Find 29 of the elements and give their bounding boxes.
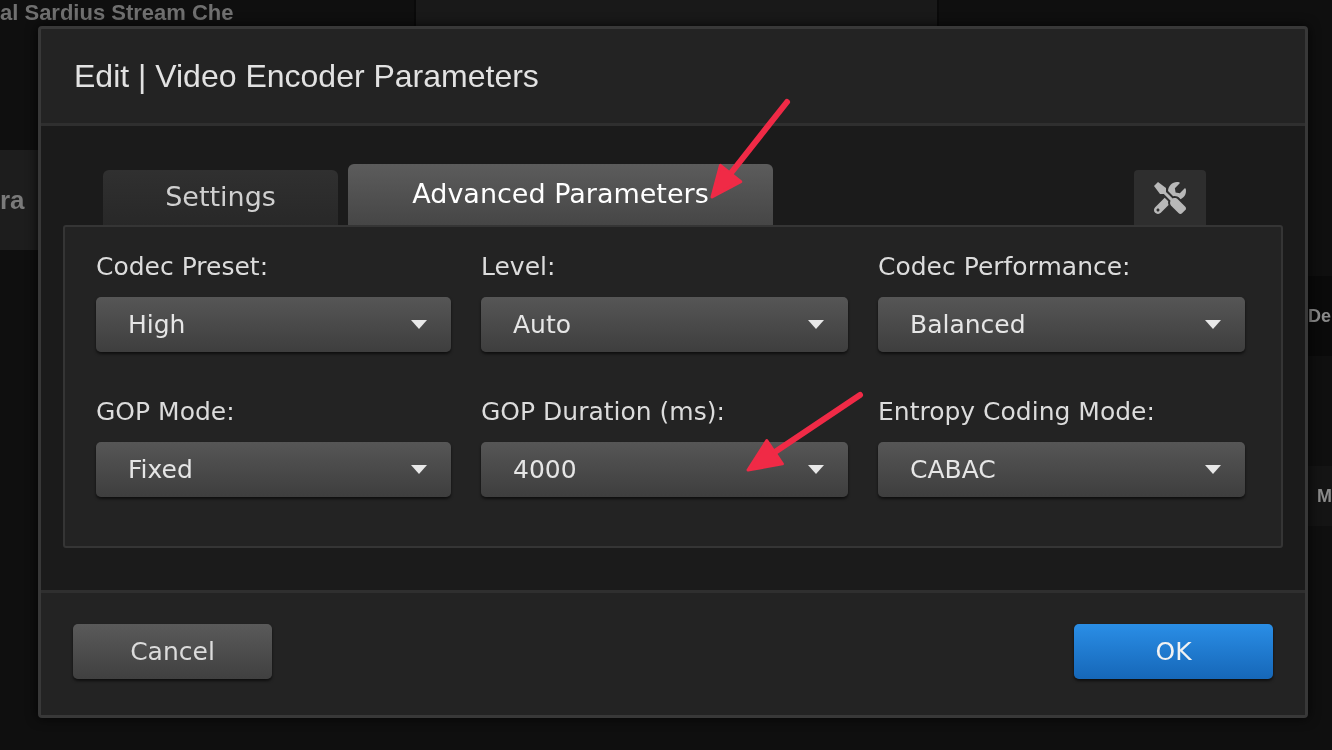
caret-icon [808,465,824,474]
caret-icon [808,320,824,329]
background-text: De [1308,307,1331,325]
tab[interactable]: Advanced Parameters [348,164,773,225]
dropdown[interactable]: 4000 [481,442,848,497]
dropdown[interactable]: Auto [481,297,848,352]
tools-icon [1154,181,1186,214]
caret-icon [1205,465,1221,474]
background-text: M [1317,487,1332,505]
dropdown[interactable]: Fixed [96,442,451,497]
dropdown[interactable]: High [96,297,451,352]
caret-icon [1205,320,1221,329]
dialog-title: Edit | Video Encoder Parameters [74,57,539,96]
caret-icon [411,320,427,329]
tab[interactable]: Settings [103,170,338,225]
ok-button[interactable]: OK [1074,624,1273,679]
dropdown[interactable]: Balanced [878,297,1245,352]
background-title: al Sardius Stream Che [0,0,234,25]
cancel-button[interactable]: Cancel [73,624,272,679]
field-label: GOP Duration (ms): [481,397,726,427]
tools-button[interactable] [1134,170,1206,225]
dropdown[interactable]: CABAC [878,442,1245,497]
field-label: Entropy Coding Mode: [878,397,1156,427]
field-label: Codec Performance: [878,252,1132,282]
background-text: ra [0,187,25,213]
caret-icon [411,465,427,474]
field-label: Codec Preset: [96,252,270,282]
field-label: Level: [481,252,557,282]
field-label: GOP Mode: [96,397,236,427]
